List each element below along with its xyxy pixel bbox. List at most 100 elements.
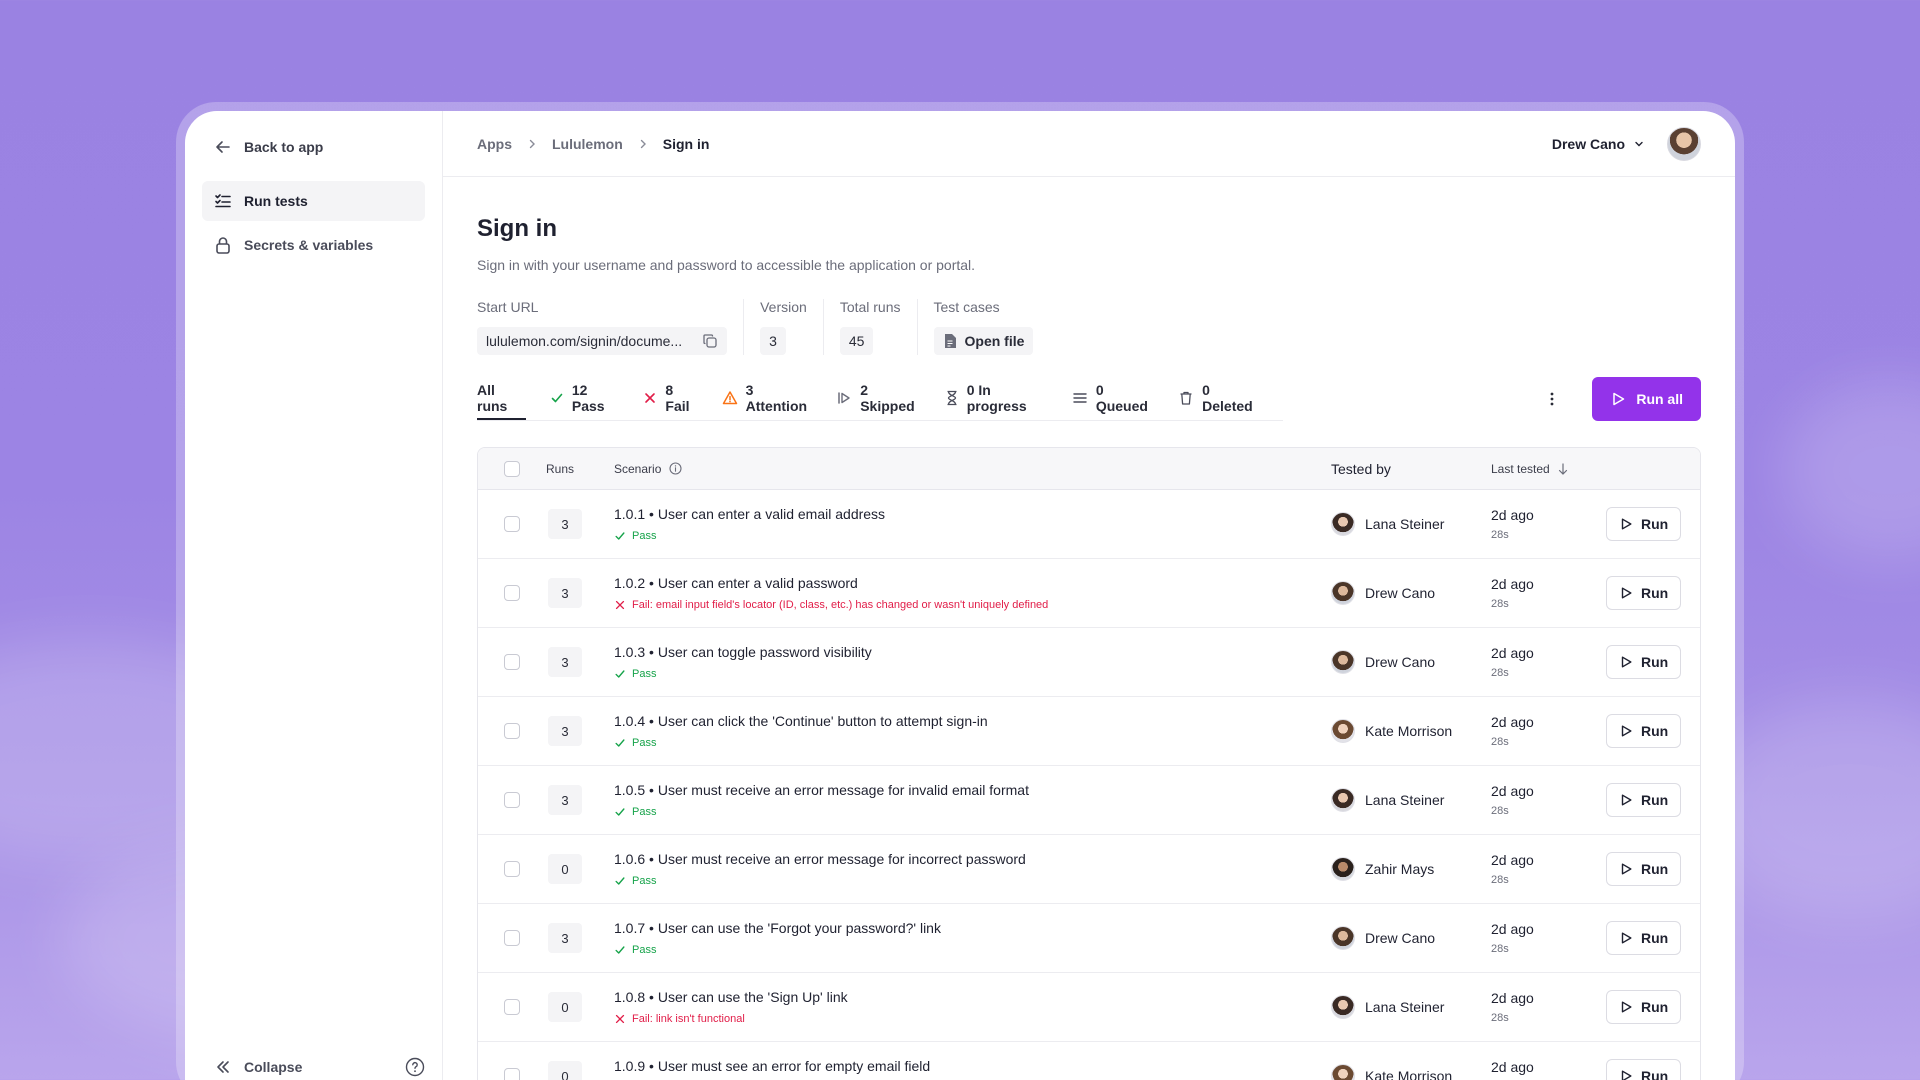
table-row[interactable]: 3 1.0.4 • User can click the 'Continue' … xyxy=(478,697,1700,766)
table-row[interactable]: 3 1.0.1 • User can enter a valid email a… xyxy=(478,490,1700,559)
check-icon xyxy=(614,530,626,542)
open-file-button[interactable]: Open file xyxy=(933,327,1034,355)
tab-skipped[interactable]: 2 Skipped xyxy=(836,377,921,420)
row-checkbox[interactable] xyxy=(504,792,520,808)
row-checkbox[interactable] xyxy=(504,654,520,670)
select-all-checkbox[interactable] xyxy=(504,460,520,477)
run-label: Run xyxy=(1641,1068,1669,1080)
skip-icon xyxy=(836,390,852,406)
meta-start-url: Start URL lululemon.com/signin/docume... xyxy=(477,299,743,355)
status-text: Fail: email input field's locator (ID, c… xyxy=(632,599,1049,611)
arrow-down-icon xyxy=(1558,462,1568,475)
copy-icon[interactable] xyxy=(702,333,718,349)
tab-queued[interactable]: 0 Queued xyxy=(1072,377,1154,420)
chevron-down-icon xyxy=(1633,138,1645,150)
scenario-id: 1.0.9 xyxy=(614,1058,646,1074)
run-duration: 28s xyxy=(1491,874,1509,886)
user-name: Drew Cano xyxy=(1551,135,1625,152)
meta-label: Total runs xyxy=(839,299,901,315)
run-label: Run xyxy=(1641,999,1669,1015)
run-label: Run xyxy=(1641,930,1669,946)
status-text: Pass xyxy=(632,875,657,887)
table-row[interactable]: 0 1.0.8 • User can use the 'Sign Up' lin… xyxy=(478,973,1700,1042)
tab-in-progress[interactable]: 0 In progress xyxy=(945,377,1048,420)
status-badge: Fail: link isn't functional xyxy=(614,1013,1331,1025)
row-checkbox[interactable] xyxy=(504,861,520,877)
play-icon xyxy=(1610,391,1626,407)
last-tested-time: 2d ago xyxy=(1491,645,1534,661)
tab-attention[interactable]: 3 Attention xyxy=(722,377,813,420)
last-tested-time: 2d ago xyxy=(1491,990,1534,1006)
run-label: Run xyxy=(1641,723,1669,739)
play-icon xyxy=(1619,1069,1633,1080)
run-label: Run xyxy=(1641,585,1669,601)
scenario-id: 1.0.1 xyxy=(614,506,646,522)
scenario-title: 1.0.8 • User can use the 'Sign Up' link xyxy=(614,989,1331,1005)
tab-deleted[interactable]: 0 Deleted xyxy=(1178,377,1259,420)
sidebar-item-secrets[interactable]: Secrets & variables xyxy=(202,225,425,265)
table-row[interactable]: 3 1.0.2 • User can enter a valid passwor… xyxy=(478,559,1700,628)
header-scenario: Scenario xyxy=(614,461,662,476)
run-button[interactable]: Run xyxy=(1606,852,1682,886)
tab-pass[interactable]: 12 Pass xyxy=(550,377,620,420)
play-icon xyxy=(1619,793,1633,807)
run-button[interactable]: Run xyxy=(1606,645,1682,679)
scenario-title: 1.0.4 • User can click the 'Continue' bu… xyxy=(614,713,1331,729)
table-row[interactable]: 0 1.0.9 • User must see an error for emp… xyxy=(478,1042,1700,1080)
tab-all-runs[interactable]: All runs xyxy=(477,377,526,420)
status-text: Pass xyxy=(632,737,657,749)
run-button[interactable]: Run xyxy=(1606,783,1682,817)
help-icon[interactable] xyxy=(405,1057,425,1077)
run-button[interactable]: Run xyxy=(1606,507,1682,541)
user-menu[interactable]: Drew Cano xyxy=(1551,126,1701,161)
run-button[interactable]: Run xyxy=(1606,714,1682,748)
tester-name: Drew Cano xyxy=(1365,930,1436,946)
row-checkbox[interactable] xyxy=(504,585,520,601)
row-checkbox[interactable] xyxy=(504,1068,520,1080)
tester-name: Kate Morrison xyxy=(1365,723,1453,739)
back-to-app-link[interactable]: Back to app xyxy=(202,131,425,163)
run-button[interactable]: Run xyxy=(1606,921,1682,955)
tab-label: All runs xyxy=(477,381,508,414)
check-icon xyxy=(614,806,626,818)
last-tested-time: 2d ago xyxy=(1491,576,1534,592)
scenario-text: User can use the 'Sign Up' link xyxy=(657,989,848,1005)
check-icon xyxy=(550,391,564,405)
avatar[interactable] xyxy=(1667,126,1701,161)
trash-icon xyxy=(1178,390,1194,406)
table-row[interactable]: 3 1.0.3 • User can toggle password visib… xyxy=(478,628,1700,697)
row-checkbox[interactable] xyxy=(504,723,520,739)
header-last-tested[interactable]: Last tested xyxy=(1491,462,1606,476)
breadcrumb-lululemon[interactable]: Lululemon xyxy=(552,136,623,152)
row-checkbox[interactable] xyxy=(504,930,520,946)
bullet-separator: • xyxy=(649,782,658,798)
table-row[interactable]: 0 1.0.6 • User must receive an error mes… xyxy=(478,835,1700,904)
run-button[interactable]: Run xyxy=(1606,990,1682,1024)
chevron-right-icon xyxy=(637,138,649,150)
scenario-text: User can enter a valid email address xyxy=(657,506,886,522)
bullet-separator: • xyxy=(649,575,658,591)
tester-name: Lana Steiner xyxy=(1365,516,1445,532)
run-button[interactable]: Run xyxy=(1606,1059,1682,1080)
run-button[interactable]: Run xyxy=(1606,576,1682,610)
info-icon[interactable] xyxy=(669,462,682,475)
row-checkbox[interactable] xyxy=(504,516,520,532)
row-checkbox[interactable] xyxy=(504,999,520,1015)
table-row[interactable]: 3 1.0.5 • User must receive an error mes… xyxy=(478,766,1700,835)
collapse-button[interactable]: Collapse xyxy=(214,1058,302,1076)
run-label: Run xyxy=(1641,861,1669,877)
table-row[interactable]: 3 1.0.7 • User can use the 'Forgot your … xyxy=(478,904,1700,973)
sidebar-item-run-tests[interactable]: Run tests xyxy=(202,181,425,221)
last-tested-time: 2d ago xyxy=(1491,714,1534,730)
run-label: Run xyxy=(1641,792,1669,808)
header-tested-by: Tested by xyxy=(1331,460,1391,477)
app-window: Back to app Run tests Secrets & variable… xyxy=(185,111,1735,1080)
play-icon xyxy=(1619,862,1633,876)
run-all-button[interactable]: Run all xyxy=(1592,377,1701,421)
x-icon xyxy=(614,599,626,611)
breadcrumb-apps[interactable]: Apps xyxy=(477,136,512,152)
arrow-left-icon xyxy=(214,138,232,156)
start-url-chip: lululemon.com/signin/docume... xyxy=(477,327,728,355)
more-options-button[interactable] xyxy=(1536,383,1568,415)
tab-fail[interactable]: 8 Fail xyxy=(643,377,697,420)
